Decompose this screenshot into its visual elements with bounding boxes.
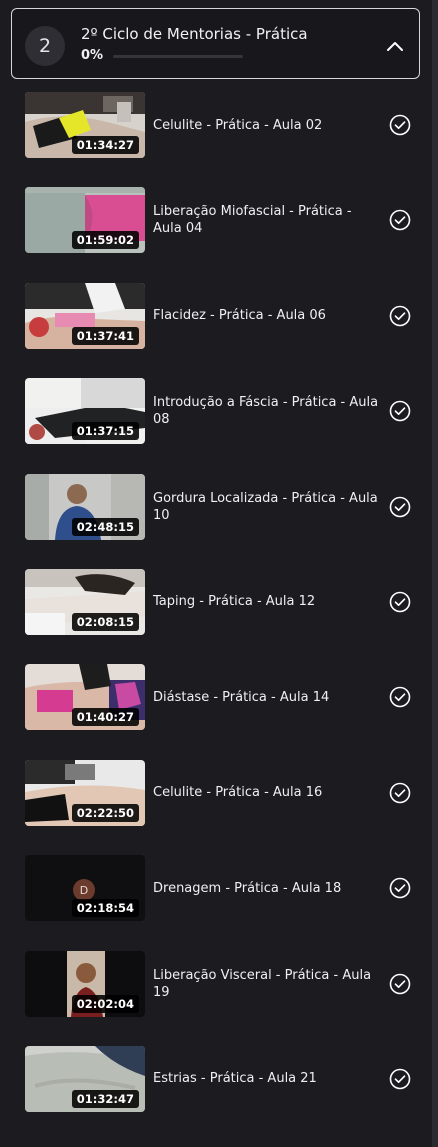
- check-circle-icon[interactable]: [389, 400, 411, 422]
- lesson-item[interactable]: 02:22:50 Celulite - Prática - Aula 16: [0, 752, 432, 847]
- lesson-item[interactable]: D 02:18:54 Drenagem - Prática - Aula 18: [0, 847, 432, 942]
- lesson-item[interactable]: 02:48:15 Gordura Localizada - Prática - A…: [0, 466, 432, 561]
- lesson-thumbnail[interactable]: 01:37:15: [25, 378, 145, 445]
- check-circle-icon[interactable]: [389, 686, 411, 708]
- duration-badge: 02:18:54: [71, 899, 139, 918]
- lesson-thumbnail[interactable]: 02:08:15: [25, 568, 145, 635]
- duration-badge: 01:59:02: [71, 231, 139, 250]
- lesson-thumbnail[interactable]: 01:32:47: [25, 1045, 145, 1112]
- lesson-item[interactable]: 01:34:27 Celulite - Prática - Aula 02: [0, 84, 432, 179]
- lesson-thumbnail[interactable]: 01:37:41: [25, 282, 145, 349]
- lesson-thumbnail[interactable]: 02:22:50: [25, 759, 145, 826]
- duration-badge: 02:22:50: [71, 803, 139, 822]
- lesson-thumbnail[interactable]: D 02:18:54: [25, 855, 145, 922]
- lesson-title[interactable]: Flacidez - Prática - Aula 06: [153, 275, 383, 357]
- lesson-title[interactable]: Estrias - Prática - Aula 21: [153, 1038, 383, 1120]
- lesson-title[interactable]: Taping - Prática - Aula 12: [153, 561, 383, 643]
- module-header[interactable]: 2 2º Ciclo de Mentorias - Prática 0%: [11, 8, 420, 79]
- check-circle-icon[interactable]: [389, 782, 411, 804]
- scrollbar[interactable]: [432, 0, 438, 1147]
- avatar: D: [73, 879, 95, 902]
- lesson-item[interactable]: 01:59:02 Liberação Miofascial - Prática -…: [0, 179, 432, 274]
- lesson-item[interactable]: 01:40:27 Diástase - Prática - Aula 14: [0, 656, 432, 751]
- check-circle-icon[interactable]: [389, 877, 411, 899]
- lesson-title[interactable]: Introdução a Fáscia - Prática - Aula 08: [153, 370, 383, 452]
- duration-badge: 02:08:15: [71, 612, 139, 631]
- duration-badge: 02:02:04: [71, 994, 139, 1013]
- duration-badge: 01:37:15: [71, 422, 139, 441]
- lesson-title[interactable]: Diástase - Prática - Aula 14: [153, 656, 383, 738]
- collapse-button[interactable]: [383, 34, 407, 58]
- progress-bar: [113, 55, 243, 58]
- module-title: 2º Ciclo de Mentorias - Prática: [81, 25, 308, 43]
- lesson-title[interactable]: Celulite - Prática - Aula 16: [153, 752, 383, 834]
- lesson-title[interactable]: Liberação Miofascial - Prática - Aula 04: [153, 179, 383, 261]
- duration-badge: 01:37:41: [71, 326, 139, 345]
- progress-percent: 0%: [81, 48, 104, 63]
- lesson-item[interactable]: 01:37:41 Flacidez - Prática - Aula 06: [0, 275, 432, 370]
- lesson-title[interactable]: Gordura Localizada - Prática - Aula 10: [153, 466, 383, 548]
- lesson-title[interactable]: Drenagem - Prática - Aula 18: [153, 847, 383, 929]
- lesson-thumbnail[interactable]: 02:48:15: [25, 473, 145, 540]
- module-number-badge: 2: [25, 26, 65, 66]
- lesson-title[interactable]: Celulite - Prática - Aula 02: [153, 84, 383, 166]
- duration-badge: 01:34:27: [71, 136, 139, 154]
- lesson-list: 01:34:27 Celulite - Prática - Aula 02 01:5…: [0, 84, 432, 1133]
- check-circle-icon[interactable]: [389, 1068, 411, 1090]
- check-circle-icon[interactable]: [389, 209, 411, 231]
- duration-badge: 01:40:27: [71, 708, 139, 727]
- duration-badge: 01:32:47: [71, 1089, 139, 1108]
- chevron-up-icon: [387, 42, 403, 51]
- lesson-item[interactable]: 01:37:15 Introdução a Fáscia - Prática - …: [0, 370, 432, 465]
- lesson-thumbnail[interactable]: 01:34:27: [25, 92, 145, 158]
- lesson-item[interactable]: 02:02:04 Liberação Visceral - Prática - A…: [0, 943, 432, 1038]
- duration-badge: 02:48:15: [71, 517, 139, 536]
- check-circle-icon[interactable]: [389, 591, 411, 613]
- lesson-thumbnail[interactable]: 01:59:02: [25, 187, 145, 254]
- lesson-thumbnail[interactable]: 01:40:27: [25, 664, 145, 731]
- check-circle-icon[interactable]: [389, 305, 411, 327]
- check-circle-icon[interactable]: [389, 973, 411, 995]
- lesson-title[interactable]: Liberação Visceral - Prática - Aula 19: [153, 943, 383, 1025]
- check-circle-icon[interactable]: [389, 114, 411, 136]
- lesson-thumbnail[interactable]: 02:02:04: [25, 950, 145, 1017]
- lesson-item[interactable]: 01:32:47 Estrias - Prática - Aula 21: [0, 1038, 432, 1133]
- check-circle-icon[interactable]: [389, 496, 411, 518]
- lesson-item[interactable]: 02:08:15 Taping - Prática - Aula 12: [0, 561, 432, 656]
